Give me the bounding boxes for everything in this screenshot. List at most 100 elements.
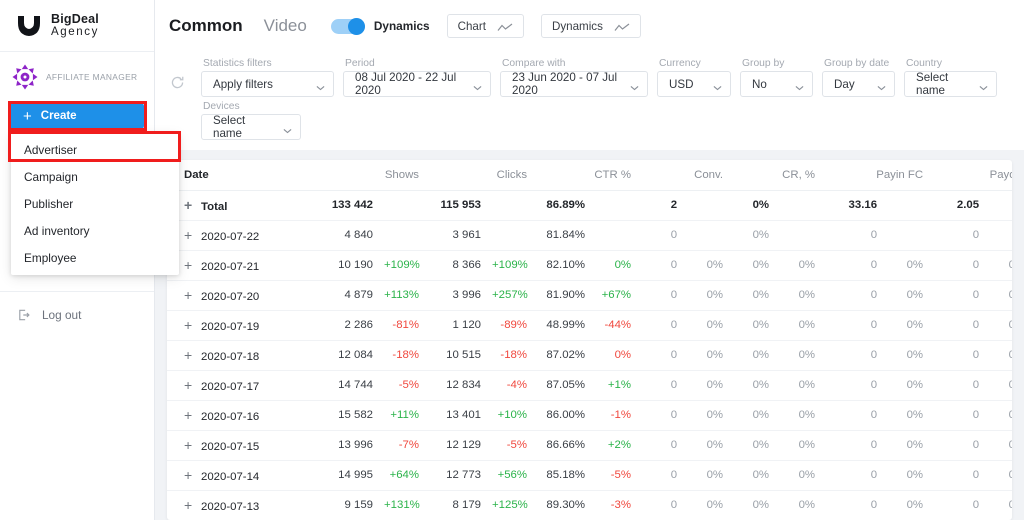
dynamics-toggle[interactable] (330, 17, 365, 35)
cell-payin: 0 (826, 430, 889, 461)
cell-date: +2020-07-16 (167, 400, 312, 431)
compare-with-select[interactable]: 23 Jun 2020 - 07 Jul 2020 (500, 71, 648, 97)
table-row[interactable]: +2020-07-17 14 744 -5% 12 834 -4% 87.05% +1% 0 0… (167, 370, 1012, 401)
main-content: Common Video Dynamics Chart Dynamics Sta… (155, 0, 1024, 520)
table-row[interactable]: +2020-07-224 8403 96181.84%00%000%0 (167, 220, 1012, 251)
column-header-ctr[interactable]: CTR % (538, 160, 643, 191)
select-value: USD (669, 77, 694, 91)
field-label: Country (906, 58, 943, 69)
cell-payout-delta: 0% (990, 400, 1012, 431)
column-header-payout[interactable]: Payout (934, 160, 1012, 191)
cell-conv: 0 (642, 460, 689, 491)
sidebar-item-logout[interactable]: Log out (0, 300, 154, 329)
table-row[interactable]: +2020-07-21 10 190 +109% 8 366 +109% 82.10% 0%… (167, 250, 1012, 281)
cell-payout-delta: 0% (990, 310, 1012, 341)
table-row[interactable]: +2020-07-18 12 084 -18% 10 515 -18% 87.02% 0% 0… (167, 340, 1012, 371)
cell-payout-delta: 0% (990, 460, 1012, 491)
group-by-date-select[interactable]: Day (822, 71, 895, 97)
field-period: Period 08 Jul 2020 - 22 Jul 2020 (343, 58, 491, 97)
cell-conv: 0 (642, 250, 689, 281)
column-header-payin-fc[interactable]: Payin FC (826, 160, 935, 191)
column-header-date[interactable]: Date (167, 160, 312, 191)
menu-item-publisher[interactable]: Publisher (11, 190, 179, 217)
account-block[interactable]: AFFILIATE MANAGER (0, 52, 154, 100)
cell-ctr: 85.18% (538, 460, 597, 491)
cell-shows: 4 840 (312, 220, 384, 251)
cell-conv-delta: 0% (688, 430, 735, 461)
table-row[interactable]: +2020-07-20 4 879 +113% 3 996 +257% 81.90% +67… (167, 280, 1012, 311)
plus-icon: + (23, 107, 32, 125)
refresh-icon[interactable] (170, 75, 185, 90)
field-label: Compare with (502, 58, 566, 69)
cell-ctr: 89.30% (538, 490, 597, 520)
cell-cr: 0% (734, 310, 781, 341)
column-header-cr[interactable]: CR, % (734, 160, 827, 191)
avatar (12, 64, 38, 90)
sidebar-divider (0, 291, 154, 292)
menu-item-campaign[interactable]: Campaign (11, 163, 179, 190)
expand-icon[interactable]: + (184, 257, 201, 273)
dynamics-button[interactable]: Dynamics (540, 14, 641, 38)
cell-cr-delta: 0% (780, 490, 827, 520)
cell-cr: 0% (734, 430, 781, 461)
cell-ctr-delta (596, 220, 643, 251)
table-row-total[interactable]: +Total133 442115 95386.89%20%33.162.051 … (167, 190, 1012, 221)
period-select[interactable]: 08 Jul 2020 - 22 Jul 2020 (343, 71, 491, 97)
cell-payout-delta: 0% (990, 340, 1012, 371)
cell-ctr-delta: 0% (596, 250, 643, 281)
cell-payin-delta (888, 220, 935, 251)
group-by-select[interactable]: No (740, 71, 813, 97)
table-row[interactable]: +2020-07-19 2 286 -81% 1 120 -89% 48.99% -44% 0… (167, 310, 1012, 341)
select-value: Select name (916, 71, 949, 97)
app-root: BigDeal Agency AFFILIATE MANAGER + Creat… (0, 0, 1024, 520)
cell-shows-delta (384, 190, 431, 221)
cell-shows-delta: -81% (384, 310, 431, 341)
statistics-table-card: Date Shows Clicks CTR % Conv. CR, % Payi… (167, 160, 1012, 520)
expand-icon[interactable]: + (184, 377, 201, 393)
brand-sub: Agency (51, 26, 99, 39)
column-header-conv[interactable]: Conv. (642, 160, 735, 191)
menu-item-advertiser[interactable]: Advertiser (11, 136, 179, 163)
field-statistics-filters: Statistics filters Apply filters (201, 58, 334, 97)
cell-cr-delta: 0% (780, 400, 827, 431)
expand-icon[interactable]: + (184, 347, 201, 363)
menu-item-ad-inventory[interactable]: Ad inventory (11, 217, 179, 244)
cell-cr-delta: 0% (780, 340, 827, 371)
expand-icon[interactable]: + (184, 407, 201, 423)
expand-icon[interactable]: + (184, 497, 201, 513)
expand-icon[interactable]: + (184, 317, 201, 333)
cell-conv-delta (688, 220, 735, 251)
table-row[interactable]: +2020-07-16 15 582 +11% 13 401 +10% 86.00% -1%… (167, 400, 1012, 431)
expand-icon[interactable]: + (184, 437, 201, 453)
cell-conv: 2 (642, 190, 689, 221)
create-dropdown-menu: Advertiser Campaign Publisher Ad invento… (11, 133, 179, 275)
expand-icon[interactable]: + (184, 467, 201, 483)
column-header-shows[interactable]: Shows (312, 160, 431, 191)
country-select[interactable]: Select name (904, 71, 997, 97)
tab-video[interactable]: Video (264, 16, 307, 36)
cell-ctr-delta: -1% (596, 400, 643, 431)
expand-icon[interactable]: + (184, 197, 201, 213)
create-button[interactable]: + Create (10, 103, 144, 129)
column-header-clicks[interactable]: Clicks (430, 160, 539, 191)
table-row[interactable]: +2020-07-13 9 159 +131% 8 179 +125% 89.30% -3%… (167, 490, 1012, 520)
chevron-down-icon (795, 81, 804, 91)
expand-icon[interactable]: + (184, 287, 201, 303)
devices-select[interactable]: Select name (201, 114, 301, 140)
currency-select[interactable]: USD (657, 71, 731, 97)
cell-ctr: 86.66% (538, 430, 597, 461)
cell-ctr-delta: +1% (596, 370, 643, 401)
chart-button[interactable]: Chart (446, 14, 524, 38)
expand-icon[interactable]: + (184, 227, 201, 243)
table-row[interactable]: +2020-07-15 13 996 -7% 12 129 -5% 86.66% +2% 0 0… (167, 430, 1012, 461)
brand[interactable]: BigDeal Agency (0, 0, 154, 52)
table-row[interactable]: +2020-07-14 14 995 +64% 12 773 +56% 85.18% -5%… (167, 460, 1012, 491)
menu-item-employee[interactable]: Employee (11, 244, 179, 271)
cell-payout: 0 (934, 220, 991, 251)
statistics-filters-select[interactable]: Apply filters (201, 71, 334, 97)
tab-common[interactable]: Common (169, 16, 243, 36)
cell-ctr: 87.02% (538, 340, 597, 371)
cell-conv: 0 (642, 220, 689, 251)
cell-clicks: 3 996 (430, 280, 493, 311)
cell-ctr: 48.99% (538, 310, 597, 341)
